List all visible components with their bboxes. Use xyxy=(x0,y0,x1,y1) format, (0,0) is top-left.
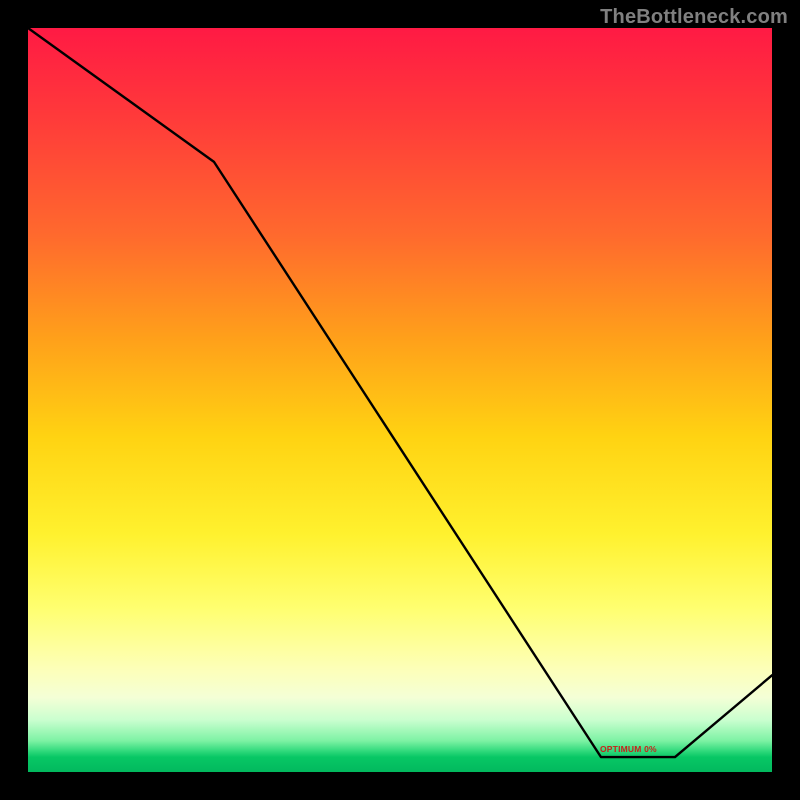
heatmap-plot-area: OPTIMUM 0% xyxy=(28,28,772,772)
chart-frame: TheBottleneck.com OPTIMUM 0% xyxy=(0,0,800,800)
watermark-text: TheBottleneck.com xyxy=(600,6,788,29)
bottleneck-curve xyxy=(28,28,772,772)
optimum-label: OPTIMUM 0% xyxy=(600,744,657,754)
